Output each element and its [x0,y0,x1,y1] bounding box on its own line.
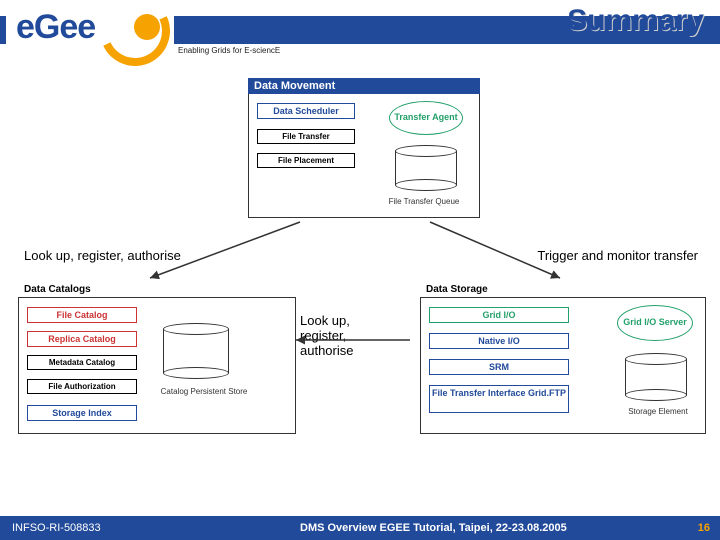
page-number: 16 [698,522,710,534]
file-authorization-box: File Authorization [27,379,137,394]
footer-left: INFSO-RI-508833 [12,522,101,534]
catalog-store-label: Catalog Persistent Store [149,387,259,396]
data-storage-box: Data Storage Grid I/O Native I/O SRM Fil… [420,282,706,434]
grid-io-server-oval: Grid I/O Server [617,305,693,341]
replica-catalog-box: Replica Catalog [27,331,137,347]
box-title: Data Catalogs [18,282,296,298]
file-catalog-box: File Catalog [27,307,137,323]
native-io-box: Native I/O [429,333,569,349]
metadata-catalog-box: Metadata Catalog [27,355,137,370]
fti-gridftp-box: File Transfer Interface Grid.FTP [429,385,569,413]
storage-element-label: Storage Element [613,407,703,416]
storage-element-cylinder-icon [625,353,687,401]
box-title: Data Storage [420,282,706,298]
srm-box: SRM [429,359,569,375]
footer-bar: INFSO-RI-508833 DMS Overview EGEE Tutori… [0,516,720,540]
arrows-icon [0,0,720,540]
data-catalogs-box: Data Catalogs File Catalog Replica Catal… [18,282,296,434]
grid-io-box: Grid I/O [429,307,569,323]
catalog-store-cylinder-icon [163,323,229,379]
footer-mid: DMS Overview EGEE Tutorial, Taipei, 22-2… [300,522,567,534]
storage-index-box: Storage Index [27,405,137,421]
